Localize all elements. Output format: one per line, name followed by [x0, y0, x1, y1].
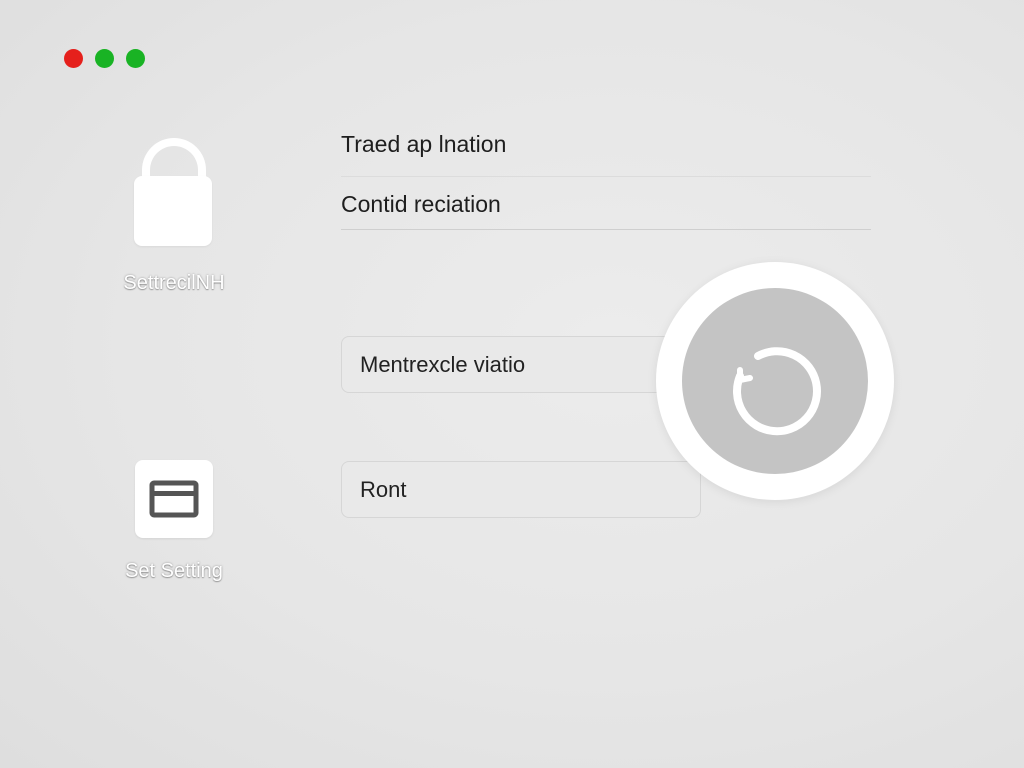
- lock-icon: [134, 138, 214, 248]
- field-value: Ront: [360, 476, 407, 502]
- sidebar-item-security[interactable]: SettrecilNH: [100, 138, 248, 295]
- window-controls: [64, 49, 145, 68]
- text-field-primary[interactable]: Mentrexcle viatio: [341, 336, 701, 393]
- divider: [341, 229, 871, 230]
- divider: [341, 176, 871, 177]
- row-subtitle: Contid reciation: [341, 191, 501, 217]
- maximize-button[interactable]: [126, 49, 145, 68]
- minimize-button[interactable]: [95, 49, 114, 68]
- loading-overlay: [656, 262, 894, 500]
- row-title: Traed ap lnation: [341, 131, 507, 157]
- sidebar-item-label: SettrecilNH: [123, 272, 225, 294]
- close-button[interactable]: [64, 49, 83, 68]
- sidebar-item-label: Set Setting: [125, 560, 223, 582]
- folder-icon: [135, 460, 213, 538]
- sidebar-item-settings[interactable]: Set Setting: [100, 460, 248, 583]
- field-value: Mentrexcle viatio: [360, 351, 526, 377]
- text-field-secondary[interactable]: Ront: [341, 461, 701, 518]
- loading-spinner-icon: [682, 288, 868, 474]
